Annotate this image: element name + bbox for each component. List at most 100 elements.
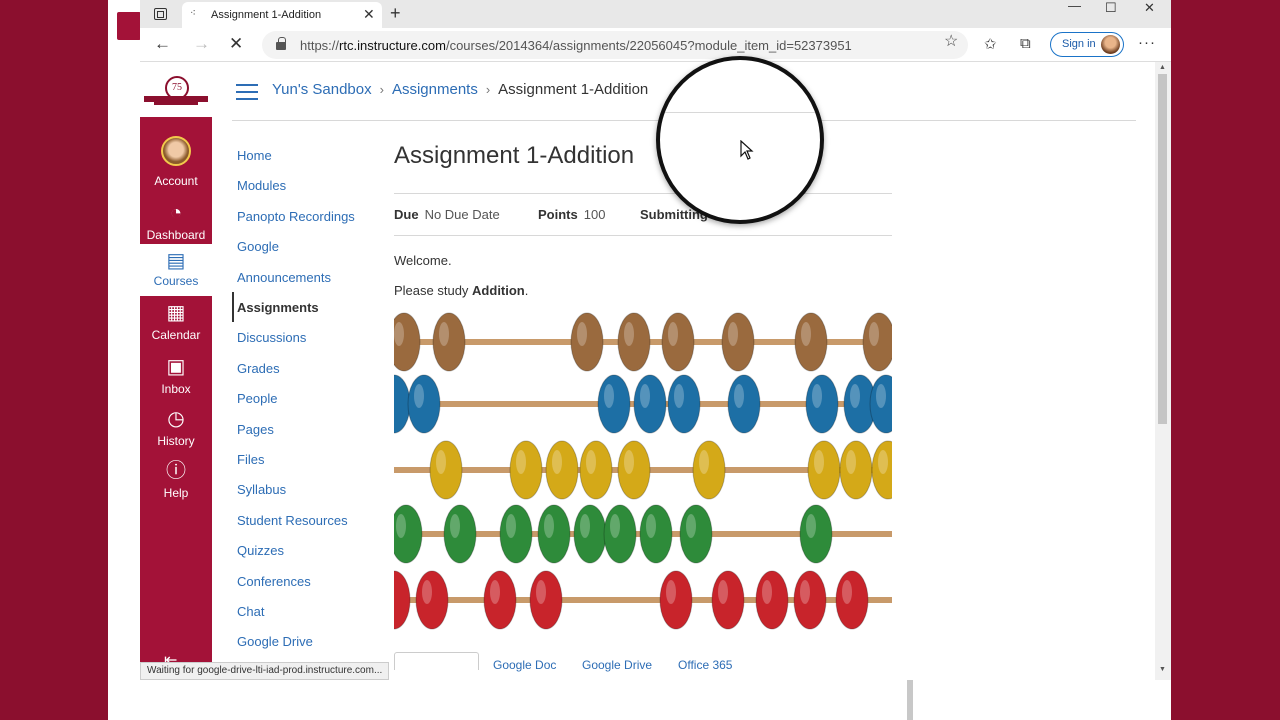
- course-nav-syllabus[interactable]: Syllabus: [237, 482, 286, 497]
- page-title: Assignment 1-Addition: [394, 142, 635, 169]
- course-nav-quizzes[interactable]: Quizzes: [237, 543, 284, 558]
- abacus-bead-highlight: [516, 450, 526, 474]
- browser-titlebar: ⁖ Assignment 1-Addition ✕ + — ☐ ✕: [140, 0, 1171, 28]
- course-nav-grades[interactable]: Grades: [237, 361, 280, 376]
- url-text[interactable]: https://rtc.instructure.com/courses/2014…: [300, 38, 852, 53]
- favorites-icon[interactable]: ✩: [984, 35, 997, 53]
- abacus-bead-highlight: [869, 322, 879, 346]
- abacus-bead-highlight: [506, 514, 516, 538]
- abacus-bead: [537, 504, 571, 564]
- course-nav-discussions[interactable]: Discussions: [237, 330, 306, 345]
- breadcrumb-course-link[interactable]: Yun's Sandbox: [272, 81, 372, 98]
- abacus-bead-highlight: [439, 322, 449, 346]
- abacus-bead-highlight: [801, 322, 811, 346]
- desktop-background-left: [0, 0, 108, 720]
- global-nav-calendar[interactable]: ▦ Calendar: [140, 298, 212, 350]
- add-favorite-icon[interactable]: ☆: [944, 31, 958, 51]
- browser-toolbar: ← → ✕ https://rtc.instructure.com/course…: [140, 28, 1171, 62]
- abacus-bead: [799, 504, 833, 564]
- page-scrollbar[interactable]: ▲ ▼: [1155, 62, 1171, 680]
- course-nav-chat[interactable]: Chat: [237, 604, 264, 619]
- breadcrumb-separator-icon: ›: [379, 82, 384, 97]
- new-tab-button[interactable]: +: [390, 3, 401, 24]
- abacus-bead-highlight: [436, 450, 446, 474]
- more-options-icon[interactable]: ···: [1138, 34, 1156, 51]
- abacus-bead-highlight: [536, 580, 546, 604]
- submission-tab-upload[interactable]: [394, 652, 479, 670]
- abacus-bead-highlight: [490, 580, 500, 604]
- abacus-bead-highlight: [686, 514, 696, 538]
- desktop-background-right: [1171, 0, 1280, 720]
- global-nav-history[interactable]: ◷ History: [140, 404, 212, 456]
- abacus-bead-highlight: [396, 514, 406, 538]
- forward-arrow-icon[interactable]: →: [193, 34, 210, 54]
- global-nav-account[interactable]: Account: [140, 134, 212, 190]
- course-nav-google[interactable]: Google: [237, 239, 279, 254]
- address-bar[interactable]: https://rtc.instructure.com/courses/2014…: [262, 31, 968, 59]
- abacus-bead: [835, 570, 869, 630]
- abacus-bead-highlight: [610, 514, 620, 538]
- abacus-bead-highlight: [414, 384, 424, 408]
- minimize-icon[interactable]: —: [1068, 0, 1081, 13]
- course-nav-files[interactable]: Files: [237, 452, 264, 467]
- tab-actions-icon[interactable]: [154, 8, 167, 20]
- abacus-bead-highlight: [674, 384, 684, 408]
- abacus-bead-highlight: [580, 514, 590, 538]
- course-nav-modules[interactable]: Modules: [237, 178, 286, 193]
- lock-icon[interactable]: [276, 37, 286, 50]
- course-menu-toggle-icon[interactable]: [236, 84, 258, 100]
- scroll-down-icon[interactable]: ▼: [1159, 666, 1166, 673]
- help-question-icon: ⓘ: [166, 460, 186, 482]
- global-nav-help[interactable]: ⓘ Help: [140, 456, 212, 508]
- abacus-bead-highlight: [666, 580, 676, 604]
- course-nav-student-resources[interactable]: Student Resources: [237, 513, 348, 528]
- course-nav-pages[interactable]: Pages: [237, 422, 274, 437]
- course-nav-panopto-recordings[interactable]: Panopto Recordings: [237, 209, 355, 224]
- global-nav-courses[interactable]: ▤ Courses: [140, 244, 212, 296]
- abacus-bead: [807, 440, 841, 500]
- back-arrow-icon[interactable]: ←: [154, 34, 171, 54]
- abacus-bead: [794, 312, 828, 372]
- course-nav-assignments[interactable]: Assignments: [237, 300, 319, 315]
- global-nav-inbox[interactable]: ▣ Inbox: [140, 352, 212, 404]
- abacus-bead: [755, 570, 789, 630]
- course-nav-conferences[interactable]: Conferences: [237, 574, 311, 589]
- abacus-bead-highlight: [806, 514, 816, 538]
- global-nav-dashboard[interactable]: ◔ Dashboard: [140, 198, 212, 250]
- dashboard-gauge-icon: ◔: [169, 202, 183, 224]
- scroll-thumb[interactable]: [1158, 74, 1167, 424]
- tab-close-icon[interactable]: ✕: [363, 6, 375, 23]
- cursor-highlight-circle: [656, 56, 824, 224]
- stop-loading-icon[interactable]: ✕: [229, 34, 243, 54]
- abacus-bead: [692, 440, 726, 500]
- abacus-bead: [570, 312, 604, 372]
- abacus-bead-highlight: [668, 322, 678, 346]
- sign-in-button[interactable]: Sign in: [1050, 32, 1124, 57]
- abacus-bead: [711, 570, 745, 630]
- tab-office-365[interactable]: Office 365: [678, 658, 732, 672]
- course-nav-people[interactable]: People: [237, 391, 277, 406]
- abacus-bead: [429, 440, 463, 500]
- collections-icon[interactable]: ⧉: [1020, 35, 1031, 52]
- background-window-bottom: [108, 680, 1171, 720]
- abacus-bead-highlight: [734, 384, 744, 408]
- points-info: Points 100: [538, 207, 606, 222]
- course-nav-google-drive[interactable]: Google Drive: [237, 634, 313, 649]
- abacus-bead-highlight: [846, 450, 856, 474]
- tab-google-drive[interactable]: Google Drive: [582, 658, 652, 672]
- abacus-bead-highlight: [577, 322, 587, 346]
- browser-tab[interactable]: ⁖ Assignment 1-Addition ✕: [182, 2, 382, 28]
- tab-google-doc[interactable]: Google Doc: [493, 658, 556, 672]
- maximize-icon[interactable]: ☐: [1105, 0, 1117, 16]
- abacus-bead: [407, 374, 441, 434]
- account-avatar: [161, 136, 191, 166]
- scroll-up-icon[interactable]: ▲: [1159, 64, 1166, 71]
- course-nav-home[interactable]: Home: [237, 148, 272, 163]
- institution-logo[interactable]: 75: [140, 62, 212, 117]
- close-window-icon[interactable]: ✕: [1144, 0, 1155, 16]
- abacus-bead: [679, 504, 713, 564]
- background-app-icon[interactable]: [117, 12, 141, 40]
- breadcrumb-assignments-link[interactable]: Assignments: [392, 81, 478, 98]
- course-nav-announcements[interactable]: Announcements: [237, 270, 331, 285]
- abacus-bead: [597, 374, 631, 434]
